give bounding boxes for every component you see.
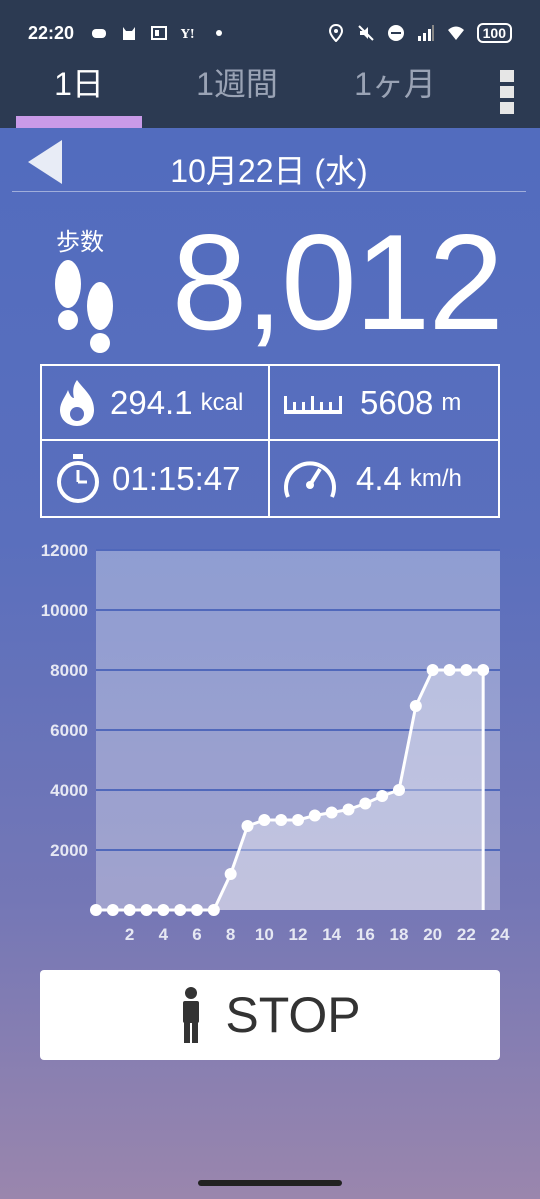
location-icon [328, 24, 343, 42]
duration-value: 01:15:47 [112, 459, 241, 497]
data-point [376, 790, 389, 802]
calories-value: 294.1 [110, 383, 193, 421]
data-point [258, 814, 271, 826]
tab-month[interactable]: 1ヶ月 [316, 66, 474, 128]
battery-indicator: 100 [476, 23, 512, 43]
y-tick-label: 6000 [50, 721, 88, 740]
x-tick-label: 8 [226, 925, 235, 944]
x-tick-label: 20 [423, 925, 442, 944]
data-point [393, 784, 405, 796]
data-point [426, 664, 439, 676]
overflow-menu-icon[interactable] [500, 70, 514, 114]
home-indicator[interactable] [198, 1180, 342, 1186]
steps-count: 8,012 [171, 206, 504, 358]
hourly-steps-chart: 2000 4000 6000 8000 10000 12000 2 4 6 8 10 12 14 16 18… [0, 540, 540, 950]
speedometer-icon [284, 460, 336, 498]
data-point [342, 803, 355, 816]
yahoo-icon: Y! [180, 27, 195, 41]
x-tick-label: 2 [125, 925, 134, 944]
speed-cell: 4.4 km/h [270, 441, 498, 516]
data-point [241, 820, 254, 832]
data-point [460, 664, 473, 676]
duration-cell: 01:15:47 [42, 441, 270, 516]
data-point [140, 904, 153, 916]
news-icon [151, 26, 168, 40]
dnd-icon [387, 25, 404, 41]
x-tick-label: 16 [356, 925, 375, 944]
signal-icon [417, 25, 434, 41]
x-tick-label: 24 [491, 925, 510, 944]
chart-svg: 200040006000800010000120002 4 6 8 10 12 14 16 18… [41, 541, 510, 944]
x-tick-label: 4 [159, 925, 169, 944]
current-date: 10月22日 (水) [170, 153, 368, 189]
tab-day[interactable]: 1日 [0, 66, 158, 128]
y-tick-label: 4000 [50, 781, 88, 800]
speed-value: 4.4 [356, 459, 402, 497]
person-icon [183, 987, 200, 1043]
data-point [359, 797, 372, 810]
y-tick-label: 2000 [50, 841, 88, 860]
wifi-icon [447, 26, 464, 40]
tab-week[interactable]: 1週間 [158, 66, 316, 128]
distance-value: 5608 [360, 383, 434, 421]
data-point [157, 904, 170, 916]
date-navigator: 10月22日 (水) [12, 132, 526, 192]
y-tick-label: 12000 [41, 541, 88, 560]
x-tick-label: 14 [322, 925, 341, 944]
y-tick-label: 10000 [41, 601, 88, 620]
mute-icon [357, 25, 374, 41]
speed-unit: km/h [409, 464, 462, 492]
data-point [477, 664, 490, 676]
x-tick-label: 22 [457, 925, 476, 944]
game-icon [92, 29, 107, 38]
stats-grid: 294.1 kcal 5608 m 01:15:47 4.4 km/h [40, 364, 500, 518]
svg-text:Y!: Y! [180, 27, 195, 41]
data-point [224, 868, 237, 880]
status-time: 22:20 [28, 22, 75, 43]
x-tick-label: 12 [289, 925, 308, 944]
stop-label: STOP [225, 987, 361, 1043]
data-point [123, 904, 136, 916]
cat-icon [123, 27, 136, 40]
system-icons: 100 [327, 23, 512, 43]
data-point [409, 700, 422, 712]
stop-button[interactable]: STOP [40, 970, 500, 1060]
data-point [106, 904, 119, 916]
data-point [207, 904, 220, 916]
calories-cell: 294.1 kcal [42, 366, 270, 441]
data-point [292, 814, 304, 826]
ruler-icon [284, 395, 342, 414]
data-point [174, 904, 187, 916]
data-point [191, 904, 203, 916]
period-tabs: 1日 1週間 1ヶ月 [0, 66, 540, 128]
calories-unit: kcal [200, 388, 244, 416]
notification-icons: Y! [90, 24, 228, 42]
distance-cell: 5608 m [270, 366, 498, 441]
data-point [275, 814, 288, 826]
x-tick-label: 10 [255, 925, 274, 944]
footprints-icon [55, 260, 113, 353]
steps-summary: 歩数 8,012 [40, 206, 510, 358]
status-bar: 22:20 Y! 100 [0, 0, 540, 66]
data-point [443, 664, 456, 676]
dot-icon [216, 30, 223, 36]
x-tick-label: 6 [192, 925, 201, 944]
x-tick-label: 18 [390, 925, 409, 944]
steps-label: 歩数 [56, 229, 104, 256]
y-tick-label: 8000 [50, 661, 88, 680]
distance-unit: m [441, 388, 462, 416]
data-point [90, 904, 102, 916]
fire-icon [60, 379, 94, 426]
stopwatch-icon [57, 453, 99, 503]
data-point [325, 806, 338, 819]
data-point [308, 809, 321, 822]
